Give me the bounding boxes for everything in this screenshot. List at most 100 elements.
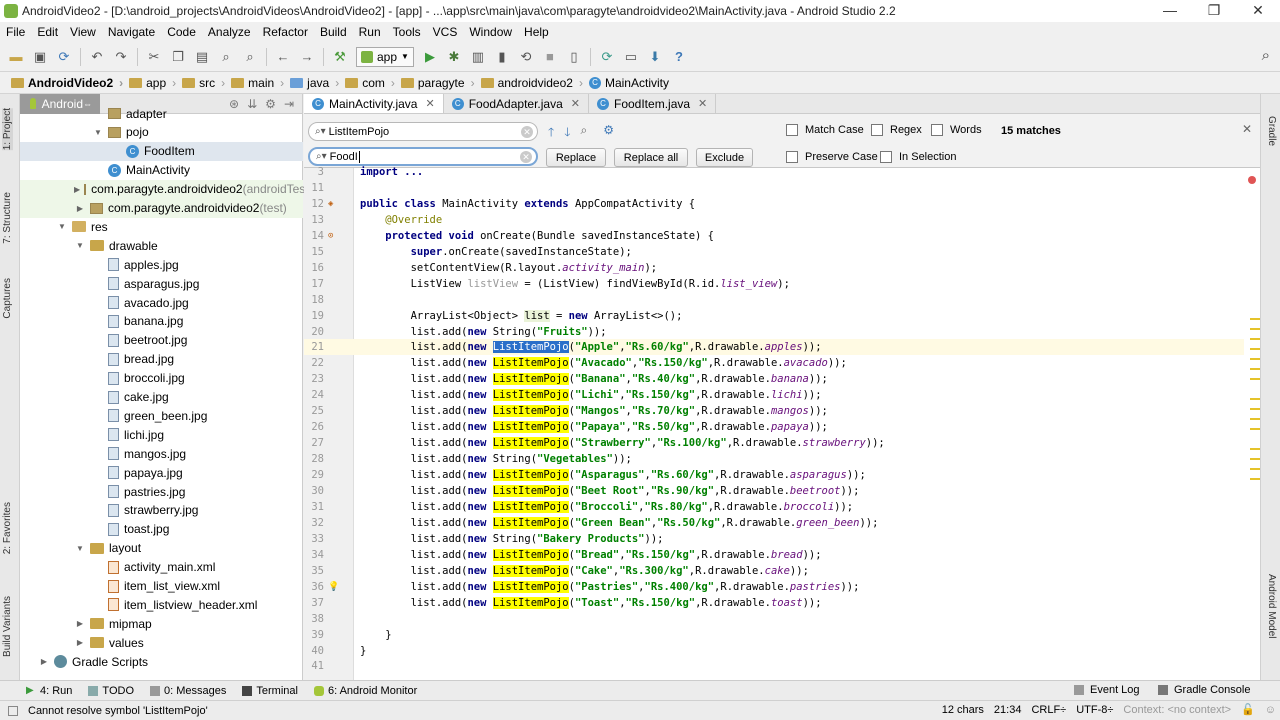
tree-item[interactable]: C MainActivity (20, 161, 303, 180)
undo-icon[interactable]: ↶ (87, 47, 107, 67)
tab-project[interactable]: 1: Project (2, 108, 13, 151)
file-encoding[interactable]: UTF-8÷ (1076, 704, 1113, 716)
inspection-icon[interactable]: ☺ (1265, 704, 1276, 716)
code-line[interactable]: 11 (304, 180, 1244, 196)
menu-build[interactable]: Build (314, 25, 353, 39)
tree-item[interactable]: mangos.jpg (20, 444, 303, 463)
code-line[interactable]: 15 super.onCreate(savedInstanceState); (304, 244, 1244, 260)
code-line[interactable]: 18 (304, 292, 1244, 308)
terminal-tool-tab[interactable]: Terminal (242, 685, 298, 697)
code-line[interactable]: 12 ◈ public class MainActivity extends App… (304, 196, 1244, 212)
run-config-select[interactable]: app ▼ (356, 46, 414, 67)
tree-item[interactable]: item_listview_header.xml (20, 595, 303, 614)
tab-captures[interactable]: Captures (2, 278, 13, 319)
menu-analyze[interactable]: Analyze (202, 25, 257, 39)
crumb-mainactivity[interactable]: C MainActivity (586, 76, 672, 90)
paste-icon[interactable]: ▤ (192, 47, 212, 67)
tree-item[interactable]: bread.jpg (20, 350, 303, 369)
match-marker[interactable] (1250, 328, 1260, 330)
code-line[interactable]: 31 list.add(new ListItemPojo("Broccoli",… (304, 499, 1244, 515)
match-marker[interactable] (1250, 368, 1260, 370)
error-stripe[interactable] (1248, 168, 1260, 680)
stop-icon[interactable]: ■ (540, 47, 560, 67)
menu-window[interactable]: Window (463, 25, 518, 39)
next-occurrence-icon[interactable]: 🡓 (564, 123, 570, 144)
lightbulb-icon[interactable]: 💡 (328, 579, 339, 595)
code-line[interactable]: 35 list.add(new ListItemPojo("Cake","Rs.… (304, 563, 1244, 579)
todo-tool-tab[interactable]: TODO (88, 685, 134, 697)
debug-icon[interactable]: ✱ (444, 47, 464, 67)
tree-item[interactable]: activity_main.xml (20, 558, 303, 577)
regex-checkbox[interactable]: Regex (871, 124, 922, 136)
code-line[interactable]: 32 list.add(new ListItemPojo("Green Bean… (304, 515, 1244, 531)
tree-item[interactable]: strawberry.jpg (20, 501, 303, 520)
profile-icon[interactable]: ▮ (492, 47, 512, 67)
match-marker[interactable] (1250, 418, 1260, 420)
code-line[interactable]: 25 list.add(new ListItemPojo("Mangos","R… (304, 403, 1244, 419)
code-line[interactable]: 22 list.add(new ListItemPojo("Avacado","… (304, 355, 1244, 371)
tree-item[interactable]: lichi.jpg (20, 425, 303, 444)
crumb-module[interactable]: app › (126, 76, 179, 90)
back-icon[interactable]: ← (273, 47, 293, 67)
tree-item[interactable]: papaya.jpg (20, 463, 303, 482)
tree-item[interactable]: beetroot.jpg (20, 331, 303, 350)
menu-tools[interactable]: Tools (387, 25, 427, 39)
android-monitor-tool-tab[interactable]: 6: Android Monitor (313, 685, 417, 697)
menu-run[interactable]: Run (353, 25, 387, 39)
preserve-case-checkbox[interactable]: Preserve Case (786, 151, 878, 163)
code-line[interactable]: 28 list.add(new String("Vegetables")); (304, 451, 1244, 467)
tab-fooditem[interactable]: C FoodItem.java ✕ (589, 94, 717, 113)
tree-item[interactable]: C FoodItem (20, 141, 303, 161)
tree-item[interactable]: avacado.jpg (20, 293, 303, 312)
tab-android-model[interactable]: Android Model (1266, 574, 1277, 638)
code-line[interactable]: 40} (304, 643, 1244, 659)
menu-view[interactable]: View (64, 25, 102, 39)
tree-item[interactable]: asparagus.jpg (20, 274, 303, 293)
code-line[interactable]: 30 list.add(new ListItemPojo("Beet Root"… (304, 483, 1244, 499)
code-line[interactable]: 38 (304, 611, 1244, 627)
tree-item[interactable]: ▶ com.paragyte.androidvideo2 (androidTest… (20, 179, 313, 199)
tab-favorites[interactable]: 2: Favorites (2, 502, 13, 554)
crumb-java[interactable]: java › (287, 76, 342, 90)
match-marker[interactable] (1250, 338, 1260, 340)
collapse-arrow-icon[interactable]: ▶ (74, 619, 86, 628)
restore-button[interactable]: ❐ (1192, 0, 1236, 22)
tree-item[interactable]: ▼ drawable (20, 236, 303, 255)
copy-icon[interactable]: ❐ (168, 47, 188, 67)
words-checkbox[interactable]: Words (931, 124, 982, 136)
collapse-arrow-icon[interactable]: ▶ (74, 185, 80, 194)
sdk-manager-icon[interactable]: ⬇ (645, 47, 665, 67)
crumb-androidvideo2[interactable]: androidvideo2 › (478, 76, 586, 90)
context-indicator[interactable]: Context: <no context> (1123, 704, 1231, 716)
code-editor[interactable]: 3 import ... 11 12 ◈ public class MainActivit… (304, 166, 1260, 680)
code-line[interactable]: 19 ArrayList<Object> list = new ArrayLis… (304, 308, 1244, 324)
tree-item[interactable]: item_list_view.xml (20, 577, 303, 596)
expand-arrow-icon[interactable]: ▼ (74, 241, 86, 250)
code-line[interactable]: 3 import ... (304, 164, 1244, 180)
crumb-project[interactable]: AndroidVideo2 › (8, 76, 126, 90)
tree-item[interactable]: green_been.jpg (20, 406, 303, 425)
tree-item[interactable]: ▶ values (20, 633, 303, 652)
tree-item[interactable]: broccoli.jpg (20, 369, 303, 388)
code-line[interactable]: 24 list.add(new ListItemPojo("Lichi","Rs… (304, 387, 1244, 403)
tree-item[interactable]: ▶ Gradle Scripts (20, 652, 303, 671)
code-line[interactable]: 37 list.add(new ListItemPojo("Toast","Rs… (304, 595, 1244, 611)
tree-item[interactable]: cake.jpg (20, 388, 303, 407)
match-case-checkbox[interactable]: Match Case (786, 124, 864, 136)
code-line[interactable]: 23 list.add(new ListItemPojo("Banana","R… (304, 371, 1244, 387)
match-marker[interactable] (1250, 478, 1260, 480)
previous-occurrence-icon[interactable]: 🡑 (548, 123, 554, 144)
tree-item[interactable]: toast.jpg (20, 520, 303, 539)
tree-item[interactable]: banana.jpg (20, 312, 303, 331)
match-marker[interactable] (1250, 428, 1260, 430)
code-line[interactable]: 26 list.add(new ListItemPojo("Papaya","R… (304, 419, 1244, 435)
crumb-paragyte[interactable]: paragyte › (398, 76, 478, 90)
sync-icon[interactable]: ⟳ (54, 47, 74, 67)
tree-item[interactable]: ▼ pojo (20, 123, 303, 142)
match-marker[interactable] (1250, 318, 1260, 320)
code-line[interactable]: 36 💡 list.add(new ListItemPojo("Pastries"… (304, 579, 1244, 595)
in-selection-checkbox[interactable]: In Selection (880, 151, 956, 163)
messages-tool-tab[interactable]: 0: Messages (150, 685, 226, 697)
menu-vcs[interactable]: VCS (427, 25, 464, 39)
gradle-console-tool-tab[interactable]: Gradle Console (1158, 684, 1250, 696)
